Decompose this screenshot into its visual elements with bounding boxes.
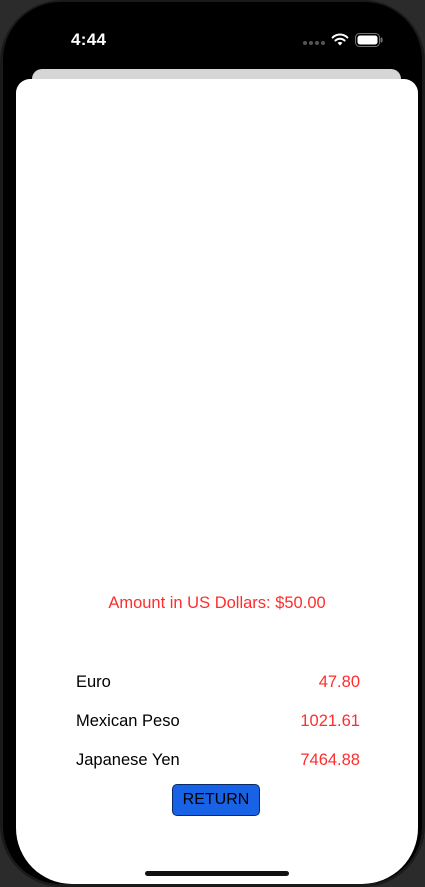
currency-name: Japanese Yen: [76, 751, 180, 769]
converter-sheet: Amount in US Dollars: $50.00 Euro 47.80 …: [16, 79, 418, 884]
rate-row-mexican-peso: Mexican Peso 1021.61: [76, 712, 360, 734]
return-button[interactable]: RETURN: [172, 784, 260, 816]
rate-row-japanese-yen: Japanese Yen 7464.88: [76, 751, 360, 773]
cellular-signal-icon: [303, 41, 325, 45]
wifi-icon: [331, 33, 349, 46]
status-bar: 4:44: [3, 2, 422, 72]
device-frame: 4:44 Amount in US Dollars: $50.00 Euro 4…: [0, 0, 425, 887]
currency-value: 47.80: [318, 673, 360, 691]
currency-name: Euro: [76, 673, 111, 691]
currency-value: 1021.61: [300, 712, 360, 730]
currency-name: Mexican Peso: [76, 712, 180, 730]
device-screen: 4:44 Amount in US Dollars: $50.00 Euro 4…: [3, 2, 422, 884]
rate-row-euro: Euro 47.80: [76, 673, 360, 695]
currency-value: 7464.88: [300, 751, 360, 769]
amount-label: Amount in US Dollars: $50.00: [108, 594, 326, 612]
battery-icon: [355, 33, 383, 47]
status-time: 4:44: [71, 30, 107, 49]
home-indicator[interactable]: [145, 871, 289, 876]
